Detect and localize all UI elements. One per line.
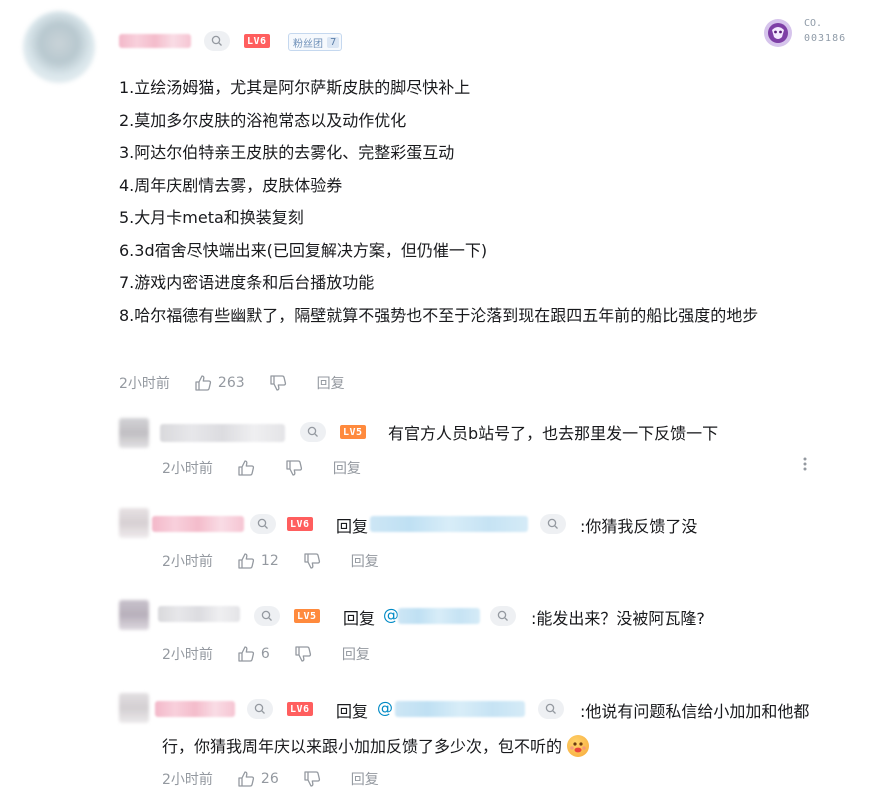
level-badge: LV6 [287,517,313,531]
thumbs-up-icon [238,553,255,569]
reply-content: :他说有问题私信给小加加和他都 [580,702,810,721]
comment-line: 5.大月卡meta和换装复刻 [119,208,304,227]
reply-time: 2小时前 [162,772,213,788]
fans-badge[interactable]: 粉丝团 7 [288,33,343,51]
like-count: 263 [217,375,245,391]
level-badge: LV6 [244,34,270,48]
comment-line: 8.哈尔福德有些幽默了，隔壁就算不强势也不至于沦落到现在跟四五年前的船比强度的地… [119,305,759,325]
username[interactable] [152,516,244,532]
search-icon[interactable] [204,31,230,51]
mentioned-user[interactable] [370,516,528,532]
reply-prefix: 回复 [336,702,369,721]
emoji-icon [567,735,590,757]
decoration-number: 003186 [804,33,847,44]
dislike-button[interactable] [303,770,327,788]
thumbs-up-icon [195,375,212,391]
dislike-button[interactable] [269,374,293,392]
mentioned-user[interactable] [398,608,480,624]
avatar[interactable] [119,418,149,448]
reply-meta: 2小时前 12 回复 [162,551,403,571]
reply-time: 2小时前 [162,647,213,663]
reply-prefix: 回复 [343,609,376,628]
reply-time: 2小时前 [162,461,213,477]
reply-button[interactable]: 回复 [351,551,379,571]
reply-meta: 2小时前 6 回复 [162,644,394,664]
avatar[interactable] [119,600,149,630]
comment-line: 4.周年庆剧情去雾，皮肤体验券 [119,175,343,195]
comment-line: 1.立绘汤姆猫，尤其是阿尔萨斯皮肤的脚尽快补上 [119,78,471,97]
search-icon[interactable] [254,606,280,626]
decoration-card[interactable]: CO. 003186 [762,16,862,50]
comment-line: 6.3d宿舍尽快端出来(已回复解决方案，但仍催一下) [119,240,488,260]
search-icon[interactable] [490,606,516,626]
fans-badge-count: 7 [327,36,340,48]
reply-meta: 2小时前 回复 [162,458,385,478]
like-button[interactable]: 263 [194,374,245,392]
reply-button[interactable]: 回复 [351,769,379,789]
search-icon[interactable] [250,514,276,534]
username[interactable] [155,701,235,717]
mentioned-user[interactable] [395,701,525,717]
search-icon[interactable] [540,514,566,534]
comment-line: 3.阿达尔伯特亲王皮肤的去雾化、完整彩蛋互动 [119,143,455,162]
reply-time: 2小时前 [162,554,213,570]
level-badge: LV6 [287,702,313,716]
username[interactable] [160,424,285,442]
like-button[interactable] [237,459,261,477]
username[interactable] [119,34,191,48]
dislike-button[interactable] [294,645,318,663]
comment-time: 2小时前 [119,376,170,392]
more-vertical-icon[interactable] [800,455,810,473]
reply-content-line2: 行，你猜我周年庆以来跟小加加反馈了多少次，包不听的 [162,737,563,756]
avatar[interactable] [119,693,149,723]
like-count: 6 [260,646,270,662]
username[interactable] [158,606,240,622]
search-icon[interactable] [538,699,564,719]
comment-line: 7.游戏内密语进度条和后台播放功能 [119,273,375,292]
comment-line: 2.莫加多尔皮肤的浴袍常态以及动作优化 [119,110,407,130]
thumbs-down-icon [304,553,320,569]
decoration-prefix: CO. [804,18,823,29]
reply-button[interactable]: 回复 [342,644,370,664]
thumbs-up-icon [238,771,255,787]
level-badge: LV5 [340,425,366,439]
thumbs-down-icon [270,375,286,391]
reply-button[interactable]: 回复 [333,458,361,478]
dislike-button[interactable] [303,552,327,570]
decoration-emblem-icon [764,19,792,47]
mention-symbol[interactable]: @ [383,605,399,624]
like-button[interactable]: 6 [237,645,270,663]
comment-meta: 2小时前 263 回复 [119,373,369,393]
thumbs-down-icon [304,771,320,787]
thumbs-down-icon [286,460,303,476]
reply-content: :能发出来？没被阿瓦隆? [531,609,705,628]
comment-content: 1.立绘汤姆猫，尤其是阿尔萨斯皮肤的脚尽快补上 2.莫加多尔皮肤的浴袍常态以及动… [119,72,859,332]
thumbs-down-icon [295,646,311,662]
reply-content: 有官方人员b站号了，也去那里发一下反馈一下 [388,424,719,443]
thumbs-up-icon [238,460,255,476]
like-button[interactable]: 26 [237,770,279,788]
reply-content-continued: 行，你猜我周年庆以来跟小加加反馈了多少次，包不听的 [162,733,590,757]
thumbs-up-icon [238,646,255,662]
search-icon[interactable] [247,699,273,719]
reply-button[interactable]: 回复 [317,373,345,393]
fans-badge-label: 粉丝团 [293,38,323,50]
like-count: 26 [260,771,279,787]
reply-prefix: 回复 [336,517,369,536]
avatar[interactable] [119,508,149,538]
reply-content: :你猜我反馈了没 [580,517,698,536]
reply-meta: 2小时前 26 回复 [162,769,403,789]
avatar[interactable] [23,11,95,83]
like-count: 12 [260,553,279,569]
level-badge: LV5 [294,609,320,623]
dislike-button[interactable] [285,459,309,477]
mention-symbol[interactable]: @ [377,698,393,717]
search-icon[interactable] [300,422,326,442]
like-button[interactable]: 12 [237,552,279,570]
